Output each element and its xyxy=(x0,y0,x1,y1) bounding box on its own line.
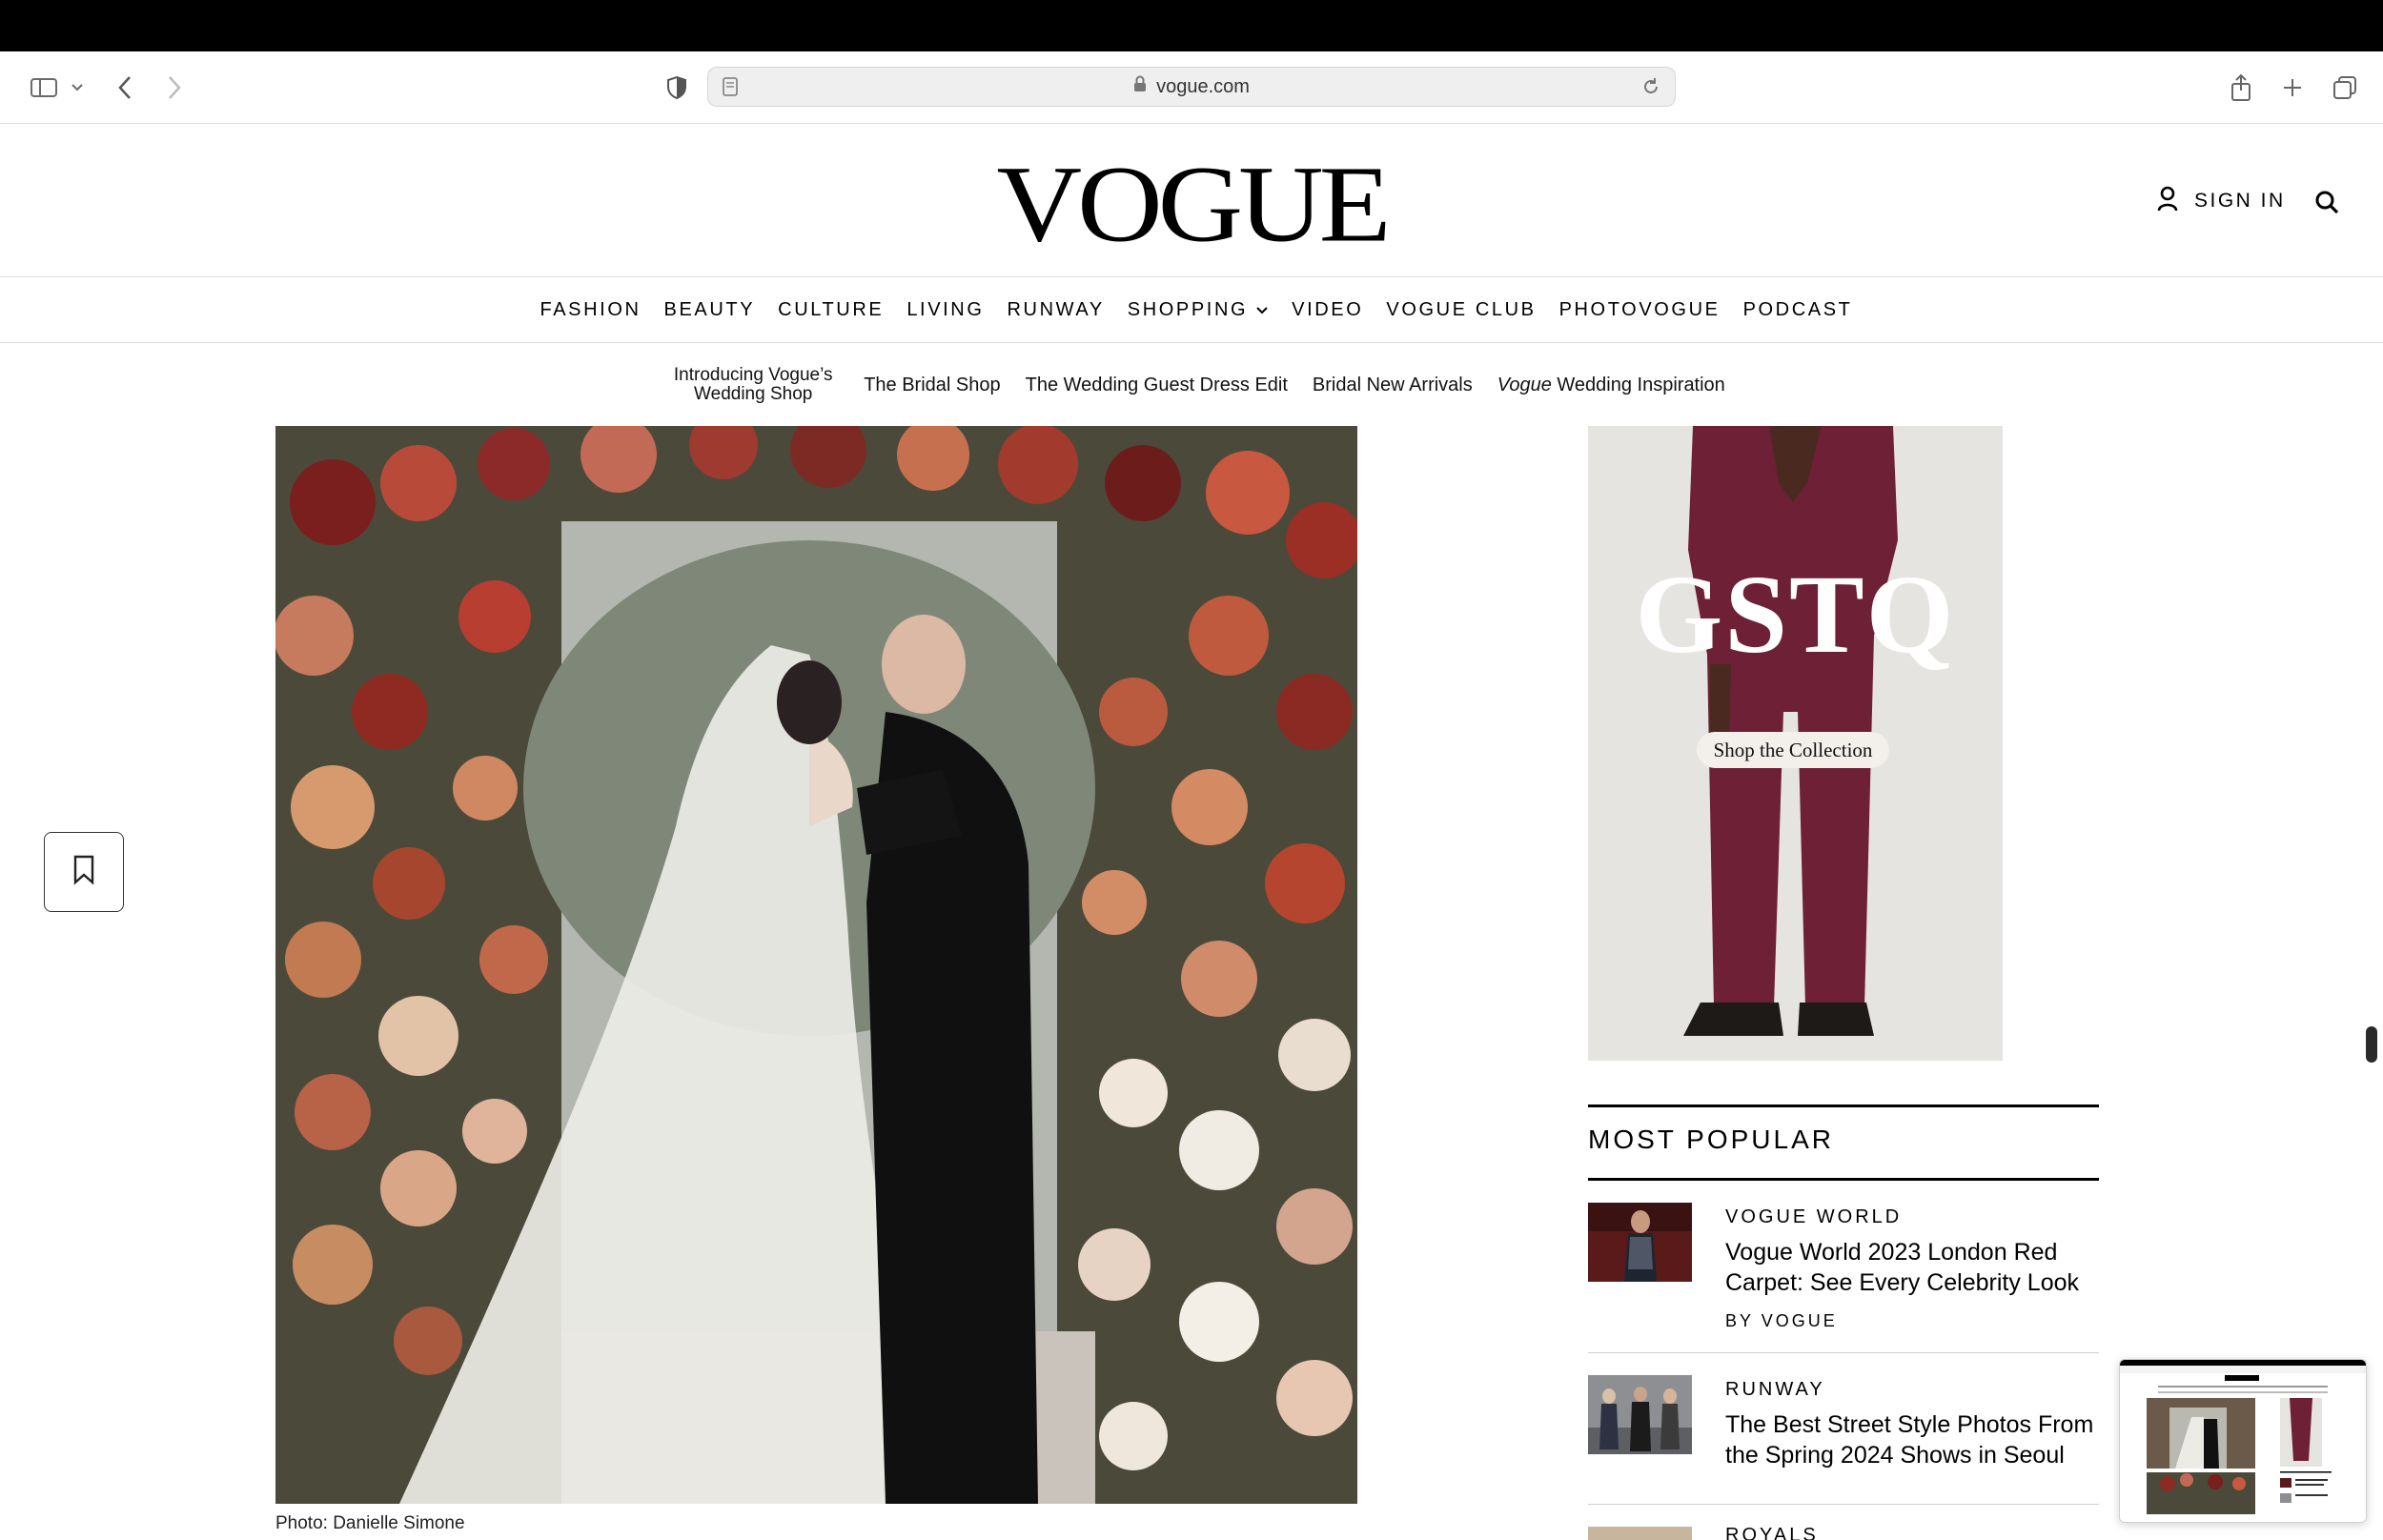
popular-divider xyxy=(1588,1504,2099,1505)
article-hero-photo xyxy=(275,426,1357,1504)
popular-item[interactable]: VOGUE WORLD Vogue World 2023 London Red … xyxy=(1588,1203,2099,1346)
subnav-wedding-inspiration[interactable]: Vogue Wedding Inspiration xyxy=(1497,375,1725,395)
sign-in-label: SIGN IN xyxy=(2194,190,2286,212)
most-popular-header: MOST POPULAR xyxy=(1588,1104,2099,1181)
address-bar[interactable]: vogue.com xyxy=(707,67,1676,107)
nav-living[interactable]: LIVING xyxy=(906,299,984,321)
popular-item-byline: BY VOGUE xyxy=(1725,1311,1838,1330)
nav-shopping-label: SHOPPING xyxy=(1127,299,1249,320)
popular-item-headline[interactable]: Vogue World 2023 London Red Carpet: See … xyxy=(1725,1237,2099,1298)
share-icon[interactable] xyxy=(2227,51,2255,124)
main-navigation: FASHION BEAUTY CULTURE LIVING RUNWAY SHO… xyxy=(0,278,2383,343)
forward-arrow-icon[interactable] xyxy=(160,51,189,124)
nav-fashion[interactable]: FASHION xyxy=(540,299,642,321)
gstq-advertisement[interactable]: GSTQ Shop the Collection xyxy=(1588,426,2003,1061)
subnav-bridal-new-arrivals[interactable]: Bridal New Arrivals xyxy=(1313,375,1473,395)
new-tab-plus-icon[interactable] xyxy=(2278,51,2307,124)
search-icon[interactable] xyxy=(2311,186,2343,218)
nav-culture[interactable]: CULTURE xyxy=(778,299,884,321)
tab-overview-icon[interactable] xyxy=(2330,51,2360,124)
popular-item-thumbnail[interactable] xyxy=(1588,1375,1692,1454)
nav-photovogue[interactable]: PHOTOVOGUE xyxy=(1559,299,1721,321)
save-bookmark-button[interactable] xyxy=(44,832,124,912)
popular-item-category[interactable]: VOGUE WORLD xyxy=(1725,1206,1902,1228)
chevron-down-icon[interactable] xyxy=(67,51,88,124)
popular-item-category[interactable]: RUNWAY xyxy=(1725,1379,1825,1401)
nav-video[interactable]: VIDEO xyxy=(1292,299,1363,321)
page-preview-image xyxy=(2120,1360,2366,1522)
url-display: vogue.com xyxy=(708,68,1675,106)
nav-podcast[interactable]: PODCAST xyxy=(1743,299,1853,321)
subnav-inspiration-label: Wedding Inspiration xyxy=(1551,374,1725,395)
popular-item-headline[interactable]: The Best Street Style Photos From the Sp… xyxy=(1725,1409,2099,1470)
photo-caption: Photo: Danielle Simone xyxy=(275,1513,465,1533)
site-masthead: VOGUE SIGN IN xyxy=(0,125,2383,277)
nav-vogue-club[interactable]: VOGUE CLUB xyxy=(1386,299,1536,321)
sidebar-toggle-icon[interactable] xyxy=(25,51,63,124)
back-arrow-icon[interactable] xyxy=(111,51,139,124)
user-icon xyxy=(2156,185,2179,217)
page-scrollbar-thumb[interactable] xyxy=(2366,1026,2377,1063)
subnav-wedding-guest-dress-edit[interactable]: The Wedding Guest Dress Edit xyxy=(1026,375,1288,395)
ad-shop-button[interactable]: Shop the Collection xyxy=(1697,732,1889,768)
chevron-down-icon xyxy=(1255,299,1269,321)
subnav-bridal-shop[interactable]: The Bridal Shop xyxy=(864,375,1000,395)
privacy-shield-icon[interactable] xyxy=(662,51,692,124)
subnav-introducing-wedding-shop[interactable]: Introducing Vogue’s Wedding Shop xyxy=(667,366,839,404)
popular-divider xyxy=(1588,1352,2099,1353)
page-preview-thumbnail[interactable] xyxy=(2119,1359,2367,1523)
nav-beauty[interactable]: BEAUTY xyxy=(664,299,756,321)
popular-item-category[interactable]: ROYALS xyxy=(1725,1525,1819,1540)
lock-icon xyxy=(1133,75,1147,98)
browser-toolbar: vogue.com xyxy=(0,51,2383,124)
popular-item[interactable]: RUNWAY The Best Street Style Photos From… xyxy=(1588,1375,2099,1499)
wedding-photo-illustration xyxy=(275,426,1357,1504)
nav-shopping[interactable]: SHOPPING xyxy=(1128,299,1269,321)
ad-brand-text: GSTQ xyxy=(1635,552,1956,677)
reload-icon[interactable] xyxy=(1640,76,1661,102)
popular-item[interactable]: ROYALS xyxy=(1588,1523,2099,1540)
url-text: vogue.com xyxy=(1156,75,1250,97)
bookmark-icon xyxy=(71,855,96,890)
sign-in-button[interactable]: SIGN IN xyxy=(2156,184,2286,218)
most-popular-title: MOST POPULAR xyxy=(1588,1125,1834,1154)
top-system-bar xyxy=(0,0,2383,51)
wedding-subnav: Introducing Vogue’s Wedding Shop The Bri… xyxy=(0,344,2383,426)
vogue-logo[interactable]: VOGUE xyxy=(0,150,2383,259)
popular-item-thumbnail[interactable] xyxy=(1588,1203,1692,1282)
subnav-inspiration-brand: Vogue xyxy=(1497,374,1552,395)
popular-item-thumbnail[interactable] xyxy=(1588,1527,1692,1540)
nav-runway[interactable]: RUNWAY xyxy=(1008,299,1105,321)
